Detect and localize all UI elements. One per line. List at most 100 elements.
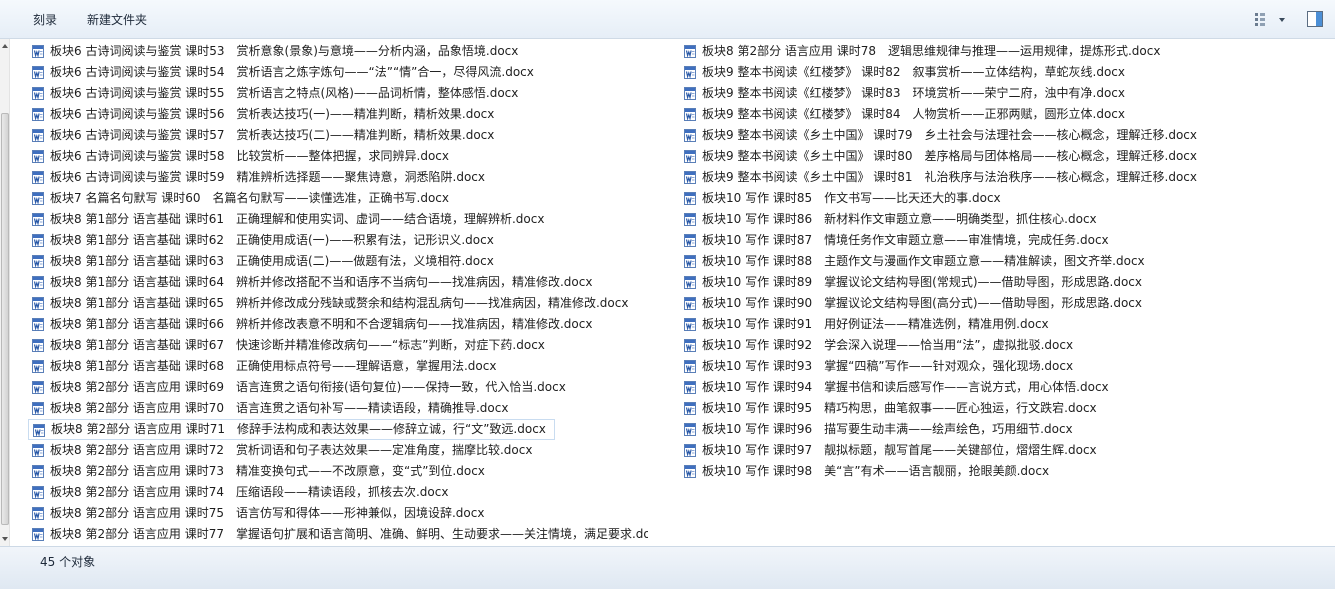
- word-document-icon: [684, 192, 696, 205]
- file-list-pane: 板块6 古诗词阅读与鉴赏 课时53 赏析意象(景象)与意境——分析内涵，品象悟境…: [0, 39, 1335, 546]
- scroll-up-icon[interactable]: [1, 42, 9, 50]
- word-document-icon: [684, 381, 696, 394]
- file-name-label: 板块7 名篇名句默写 课时60 名篇名句默写——读懂选准，正确书写.docx: [50, 191, 450, 205]
- file-item[interactable]: 板块8 第1部分 语言基础 课时63 正确使用成语(二)——做题有法，义境相符.…: [28, 251, 648, 272]
- word-document-icon: [684, 360, 696, 373]
- file-item[interactable]: 板块6 古诗词阅读与鉴赏 课时57 赏析表达技巧(二)——精准判断，精析效果.d…: [28, 125, 648, 146]
- word-document-icon: [32, 381, 44, 394]
- file-name-label: 板块9 整本书阅读《红楼梦》 课时83 环境赏析——荣宁二府，浊中有净.docx: [702, 86, 1126, 100]
- word-document-icon: [684, 444, 696, 457]
- word-document-icon: [32, 108, 44, 121]
- file-item[interactable]: 板块9 整本书阅读《乡土中国》 课时80 差序格局与团体格局——核心概念，理解迁…: [680, 146, 1320, 167]
- view-options-button[interactable]: [1254, 11, 1294, 29]
- file-item[interactable]: 板块10 写作 课时92 学会深入说理——恰当用“法”，虚拟批驳.docx: [680, 335, 1320, 356]
- word-document-icon: [32, 339, 44, 352]
- word-document-icon: [32, 234, 44, 247]
- word-document-icon: [32, 213, 44, 226]
- file-name-label: 板块8 第1部分 语言基础 课时63 正确使用成语(二)——做题有法，义境相符.…: [50, 254, 494, 268]
- file-item[interactable]: 板块10 写作 课时87 情境任务作文审题立意——审准情境，完成任务.docx: [680, 230, 1320, 251]
- file-name-label: 板块9 整本书阅读《乡土中国》 课时79 乡土社会与法理社会——核心概念，理解迁…: [702, 128, 1198, 142]
- file-item[interactable]: 板块10 写作 课时90 掌握议论文结构导图(高分式)——借助导图，形成思路.d…: [680, 293, 1320, 314]
- word-document-icon: [32, 507, 44, 520]
- vertical-scrollbar[interactable]: [0, 39, 10, 546]
- file-item[interactable]: 板块8 第2部分 语言应用 课时75 语言仿写和得体——形神兼似，因境设辞.do…: [28, 503, 648, 524]
- file-item[interactable]: 板块6 古诗词阅读与鉴赏 课时54 赏析语言之炼字炼句——“法”“情”合一，尽得…: [28, 62, 648, 83]
- file-item[interactable]: 板块8 第2部分 语言应用 课时71 修辞手法构成和表达效果——修辞立诚，行“文…: [28, 419, 555, 440]
- file-item[interactable]: 板块8 第1部分 语言基础 课时61 正确理解和使用实词、虚词——结合语境，理解…: [28, 209, 648, 230]
- file-name-label: 板块6 古诗词阅读与鉴赏 课时53 赏析意象(景象)与意境——分析内涵，品象悟境…: [50, 44, 519, 58]
- scroll-down-icon[interactable]: [1, 535, 9, 543]
- file-item[interactable]: 板块7 名篇名句默写 课时60 名篇名句默写——读懂选准，正确书写.docx: [28, 188, 648, 209]
- word-document-icon: [32, 192, 44, 205]
- file-item[interactable]: 板块9 整本书阅读《红楼梦》 课时83 环境赏析——荣宁二府，浊中有净.docx: [680, 83, 1320, 104]
- file-item[interactable]: 板块10 写作 课时89 掌握议论文结构导图(常规式)——借助导图，形成思路.d…: [680, 272, 1320, 293]
- file-column-1: 板块6 古诗词阅读与鉴赏 课时53 赏析意象(景象)与意境——分析内涵，品象悟境…: [28, 41, 648, 545]
- word-document-icon: [32, 465, 44, 478]
- file-name-label: 板块10 写作 课时90 掌握议论文结构导图(高分式)——借助导图，形成思路.d…: [702, 296, 1143, 310]
- burn-button[interactable]: 刻录: [33, 11, 57, 29]
- file-name-label: 板块8 第2部分 语言应用 课时72 赏析词语和句子表达效果——定准角度，揣摩比…: [50, 443, 533, 457]
- file-item[interactable]: 板块6 古诗词阅读与鉴赏 课时55 赏析语言之特点(风格)——品词析情，整体感悟…: [28, 83, 648, 104]
- file-name-label: 板块8 第1部分 语言基础 课时64 辨析并修改搭配不当和语序不当病句——找准病…: [50, 275, 593, 289]
- word-document-icon: [684, 318, 696, 331]
- file-name-label: 板块6 古诗词阅读与鉴赏 课时54 赏析语言之炼字炼句——“法”“情”合一，尽得…: [50, 65, 534, 79]
- file-item[interactable]: 板块8 第1部分 语言基础 课时67 快速诊断并精准修改病句——“标志”判断，对…: [28, 335, 648, 356]
- file-column-2: 板块8 第2部分 语言应用 课时78 逻辑思维规律与推理——运用规律，提炼形式.…: [680, 41, 1320, 482]
- file-name-label: 板块8 第2部分 语言应用 课时77 掌握语句扩展和语言简明、准确、鲜明、生动要…: [50, 527, 648, 541]
- file-item[interactable]: 板块10 写作 课时96 描写要生动丰满——绘声绘色，巧用细节.docx: [680, 419, 1320, 440]
- file-item[interactable]: 板块8 第2部分 语言应用 课时69 语言连贯之语句衔接(语句复位)——保持一致…: [28, 377, 648, 398]
- file-item[interactable]: 板块6 古诗词阅读与鉴赏 课时56 赏析表达技巧(一)——精准判断，精析效果.d…: [28, 104, 648, 125]
- word-document-icon: [32, 276, 44, 289]
- file-name-label: 板块8 第1部分 语言基础 课时67 快速诊断并精准修改病句——“标志”判断，对…: [50, 338, 545, 352]
- word-document-icon: [32, 129, 44, 142]
- file-item[interactable]: 板块10 写作 课时98 美“言”有术——语言靓丽，抢眼美颜.docx: [680, 461, 1320, 482]
- file-name-label: 板块10 写作 课时85 作文书写——比天还大的事.docx: [702, 191, 1001, 205]
- file-item[interactable]: 板块9 整本书阅读《乡土中国》 课时79 乡土社会与法理社会——核心概念，理解迁…: [680, 125, 1320, 146]
- file-item[interactable]: 板块8 第2部分 语言应用 课时72 赏析词语和句子表达效果——定准角度，揣摩比…: [28, 440, 648, 461]
- file-item[interactable]: 板块8 第2部分 语言应用 课时74 压缩语段——精读语段，抓核去次.docx: [28, 482, 648, 503]
- file-name-label: 板块10 写作 课时98 美“言”有术——语言靓丽，抢眼美颜.docx: [702, 464, 1050, 478]
- word-document-icon: [684, 276, 696, 289]
- word-document-icon: [32, 87, 44, 100]
- file-item[interactable]: 板块8 第2部分 语言应用 课时77 掌握语句扩展和语言简明、准确、鲜明、生动要…: [28, 524, 648, 545]
- file-item[interactable]: 板块10 写作 课时94 掌握书信和读后感写作——言说方式，用心体悟.docx: [680, 377, 1320, 398]
- file-item[interactable]: 板块10 写作 课时93 掌握“四稿”写作——针对观众，强化现场.docx: [680, 356, 1320, 377]
- file-item[interactable]: 板块6 古诗词阅读与鉴赏 课时53 赏析意象(景象)与意境——分析内涵，品象悟境…: [28, 41, 648, 62]
- file-item[interactable]: 板块10 写作 课时86 新材料作文审题立意——明确类型，抓住核心.docx: [680, 209, 1320, 230]
- file-name-label: 板块10 写作 课时95 精巧构思，曲笔叙事——匠心独运，行文跌宕.docx: [702, 401, 1097, 415]
- word-document-icon: [32, 444, 44, 457]
- file-name-label: 板块9 整本书阅读《乡土中国》 课时81 礼治秩序与法治秩序——核心概念，理解迁…: [702, 170, 1198, 184]
- file-item[interactable]: 板块10 写作 课时91 用好例证法——精准选例，精准用例.docx: [680, 314, 1320, 335]
- file-item[interactable]: 板块8 第1部分 语言基础 课时66 辨析并修改表意不明和不合逻辑病句——找准病…: [28, 314, 648, 335]
- file-item[interactable]: 板块8 第1部分 语言基础 课时64 辨析并修改搭配不当和语序不当病句——找准病…: [28, 272, 648, 293]
- file-item[interactable]: 板块10 写作 课时95 精巧构思，曲笔叙事——匠心独运，行文跌宕.docx: [680, 398, 1320, 419]
- file-name-label: 板块6 古诗词阅读与鉴赏 课时57 赏析表达技巧(二)——精准判断，精析效果.d…: [50, 128, 495, 142]
- file-item[interactable]: 板块8 第2部分 语言应用 课时70 语言连贯之语句补写——精读语段，精确推导.…: [28, 398, 648, 419]
- word-document-icon: [684, 45, 696, 58]
- preview-pane-button[interactable]: [1306, 10, 1324, 28]
- word-document-icon: [684, 465, 696, 478]
- file-name-label: 板块6 古诗词阅读与鉴赏 课时58 比较赏析——整体把握，求同辨异.docx: [50, 149, 450, 163]
- file-item[interactable]: 板块9 整本书阅读《红楼梦》 课时82 叙事赏析——立体结构，草蛇灰线.docx: [680, 62, 1320, 83]
- file-name-label: 板块8 第2部分 语言应用 课时74 压缩语段——精读语段，抓核去次.docx: [50, 485, 449, 499]
- file-item[interactable]: 板块8 第1部分 语言基础 课时62 正确使用成语(一)——积累有法，记形识义.…: [28, 230, 648, 251]
- file-item[interactable]: 板块6 古诗词阅读与鉴赏 课时58 比较赏析——整体把握，求同辨异.docx: [28, 146, 648, 167]
- word-document-icon: [684, 234, 696, 247]
- file-item[interactable]: 板块9 整本书阅读《红楼梦》 课时84 人物赏析——正邪两赋，圆形立体.docx: [680, 104, 1320, 125]
- file-item[interactable]: 板块8 第1部分 语言基础 课时68 正确使用标点符号——理解语意，掌握用法.d…: [28, 356, 648, 377]
- file-item[interactable]: 板块10 写作 课时85 作文书写——比天还大的事.docx: [680, 188, 1320, 209]
- file-item[interactable]: 板块8 第2部分 语言应用 课时78 逻辑思维规律与推理——运用规律，提炼形式.…: [680, 41, 1320, 62]
- word-document-icon: [684, 213, 696, 226]
- new-folder-button[interactable]: 新建文件夹: [87, 11, 147, 29]
- status-bar: 45 个对象: [0, 546, 1335, 589]
- file-name-label: 板块8 第1部分 语言基础 课时62 正确使用成语(一)——积累有法，记形识义.…: [50, 233, 494, 247]
- file-item[interactable]: 板块10 写作 课时97 靓拟标题，靓写首尾——关键部位，熠熠生辉.docx: [680, 440, 1320, 461]
- word-document-icon: [32, 360, 44, 373]
- scrollbar-thumb[interactable]: [1, 113, 9, 525]
- file-name-label: 板块8 第2部分 语言应用 课时70 语言连贯之语句补写——精读语段，精确推导.…: [50, 401, 509, 415]
- file-item[interactable]: 板块8 第2部分 语言应用 课时73 精准变换句式——不改原意，变“式”到位.d…: [28, 461, 648, 482]
- file-item[interactable]: 板块10 写作 课时88 主题作文与漫画作文审题立意——精准解读，图文齐举.do…: [680, 251, 1320, 272]
- file-item[interactable]: 板块6 古诗词阅读与鉴赏 课时59 精准辨析选择题——聚焦诗意，洞悉陷阱.doc…: [28, 167, 648, 188]
- file-item[interactable]: 板块8 第1部分 语言基础 课时65 辨析并修改成分残缺或赘余和结构混乱病句——…: [28, 293, 648, 314]
- file-item[interactable]: 板块9 整本书阅读《乡土中国》 课时81 礼治秩序与法治秩序——核心概念，理解迁…: [680, 167, 1320, 188]
